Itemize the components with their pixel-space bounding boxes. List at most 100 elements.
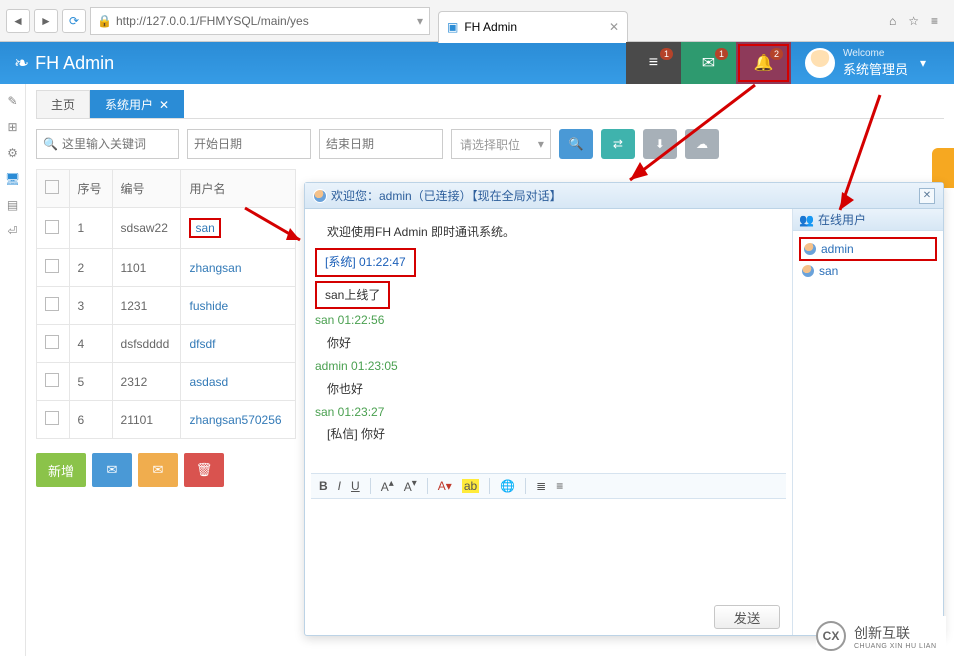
list-ul-button[interactable]: ≡ — [556, 479, 563, 493]
dropdown-icon[interactable]: ▾ — [417, 14, 423, 28]
online-user-item[interactable]: admin — [799, 237, 937, 261]
users-table: 序号 编号 用户名 1 sdsaw22 san 2 1101 zhangsan … — [36, 169, 296, 439]
col-code: 编号 — [112, 170, 181, 208]
underline-button[interactable]: U — [351, 479, 360, 493]
search-button[interactable]: 🔍 — [559, 129, 593, 159]
role-select[interactable]: 请选择职位 — [451, 129, 551, 159]
chat-title-text: 欢迎您：admin（已连接）【现在全局对话】 — [331, 187, 562, 204]
search-icon: 🔍 — [43, 137, 58, 151]
table-row[interactable]: 6 21101 zhangsan570256 — [37, 401, 296, 439]
row-checkbox[interactable] — [45, 373, 59, 387]
nav-refresh-button[interactable]: ⟳ — [62, 9, 86, 33]
username-cell[interactable]: asdasd — [181, 363, 296, 401]
avatar — [805, 48, 835, 78]
close-icon[interactable]: ✕ — [159, 98, 169, 112]
row-checkbox[interactable] — [45, 297, 59, 311]
send-button[interactable]: 发送 — [714, 605, 780, 629]
bell-badge: 2 — [770, 48, 783, 60]
online-user-item[interactable]: san — [799, 261, 937, 281]
username-label: 系统管理员 — [843, 59, 908, 78]
chat-line: san上线了 — [315, 281, 390, 310]
footer-brand: CX 创新互联 CHUANG XIN HU LIAN — [816, 616, 946, 656]
checkbox-all[interactable] — [45, 180, 59, 194]
rail-item-6[interactable]: ⏎ — [7, 224, 17, 238]
username-cell[interactable]: zhangsan570256 — [181, 401, 296, 439]
table-row[interactable]: 1 sdsaw22 san — [37, 208, 296, 249]
chat-input[interactable] — [311, 499, 786, 599]
table-row[interactable]: 2 1101 zhangsan — [37, 249, 296, 287]
menu-icon[interactable]: ≡ — [931, 14, 938, 28]
row-checkbox[interactable] — [45, 259, 59, 273]
browser-tab-strip: ▣ FH Admin ✕ — [438, 5, 628, 37]
editor-toolbar: B I U A▴ A▾ A▾ ab 🌐 ≣ ≡ — [311, 473, 786, 499]
browser-tab[interactable]: ▣ FH Admin ✕ — [438, 11, 628, 43]
keyword-input[interactable] — [62, 137, 172, 151]
italic-button[interactable]: I — [338, 479, 341, 493]
chat-close-button[interactable]: ✕ — [919, 188, 935, 204]
add-button[interactable]: 新增 — [36, 453, 86, 487]
header-bell-tile[interactable]: 🔔 2 — [736, 42, 791, 84]
menu-badge: 1 — [660, 48, 673, 60]
address-bar[interactable]: 🔒 ▾ — [90, 7, 430, 35]
tab-favicon: ▣ — [447, 20, 458, 34]
download-button[interactable]: ⬇ — [643, 129, 677, 159]
font-color-button[interactable]: A▾ — [438, 479, 452, 493]
bold-button[interactable]: B — [319, 479, 328, 493]
app-title: FH Admin — [35, 53, 114, 74]
delete-button[interactable]: 🗑 — [184, 453, 224, 487]
swap-button[interactable]: ⇄ — [601, 129, 635, 159]
emoji-button[interactable]: 🌐 — [500, 479, 515, 493]
star-icon[interactable]: ☆ — [908, 14, 919, 28]
table-row[interactable]: 4 dsfsdddd dfsdf — [37, 325, 296, 363]
row-checkbox[interactable] — [45, 220, 59, 234]
username-cell[interactable]: zhangsan — [181, 249, 296, 287]
leaf-icon: ❧ — [14, 53, 29, 74]
row-checkbox[interactable] — [45, 411, 59, 425]
nav-forward-button[interactable]: ► — [34, 9, 58, 33]
username-cell[interactable]: san — [181, 208, 296, 249]
tab-close-icon[interactable]: ✕ — [609, 20, 619, 34]
rail-item-4[interactable]: 🖥 — [5, 172, 20, 186]
person-icon — [313, 189, 327, 203]
mail-button[interactable]: ✉ — [92, 453, 132, 487]
browser-toolbar: ◄ ► ⟳ 🔒 ▾ ▣ FH Admin ✕ ⌂ ☆ ≡ — [0, 0, 954, 42]
col-check — [37, 170, 70, 208]
rail-item-5[interactable]: ▤ — [7, 198, 18, 212]
row-checkbox[interactable] — [45, 335, 59, 349]
chat-intro: 欢迎使用FH Admin 即时通讯系统。 — [315, 221, 782, 244]
lock-icon: 🔒 — [97, 14, 112, 28]
url-input[interactable] — [116, 14, 413, 28]
window-controls: ⌂ ☆ ≡ — [889, 14, 948, 28]
username-cell[interactable]: dfsdf — [181, 325, 296, 363]
rail-item-3[interactable]: ⚙ — [7, 146, 18, 160]
home-icon[interactable]: ⌂ — [889, 14, 896, 28]
header-mail-tile[interactable]: ✉ 1 — [681, 42, 736, 84]
mail2-button[interactable]: ✉ — [138, 453, 178, 487]
online-users-panel: 👥 在线用户 adminsan — [793, 209, 943, 635]
chat-line: 你也好 — [315, 378, 782, 401]
rail-item-1[interactable]: ✎ — [7, 94, 17, 108]
table-row[interactable]: 3 1231 fushide — [37, 287, 296, 325]
header-menu-tile[interactable]: ≡ 1 — [626, 42, 681, 84]
highlight-button[interactable]: ab — [462, 479, 479, 493]
start-date-input[interactable] — [187, 129, 311, 159]
tab-home[interactable]: 主页 — [36, 90, 90, 118]
nav-back-button[interactable]: ◄ — [6, 9, 30, 33]
list-ol-button[interactable]: ≣ — [536, 479, 546, 493]
font-smaller-button[interactable]: A▾ — [404, 478, 417, 494]
online-users-header: 👥 在线用户 — [793, 209, 943, 231]
user-menu[interactable]: Welcome 系统管理员 ▾ — [791, 42, 940, 84]
rail-item-2[interactable]: ⊞ — [7, 120, 17, 134]
chat-line: 你好 — [315, 332, 782, 355]
chat-footer: 发送 — [305, 599, 792, 635]
list-icon: ≡ — [649, 54, 658, 72]
username-cell[interactable]: fushide — [181, 287, 296, 325]
table-row[interactable]: 5 2312 asdasd — [37, 363, 296, 401]
end-date-input[interactable] — [319, 129, 443, 159]
chat-titlebar[interactable]: 欢迎您：admin（已连接）【现在全局对话】 ✕ — [305, 183, 943, 209]
cloud-button[interactable]: ☁ — [685, 129, 719, 159]
font-larger-button[interactable]: A▴ — [381, 478, 394, 494]
tab-users[interactable]: 系统用户 ✕ — [90, 90, 184, 118]
keyword-input-wrap[interactable]: 🔍 — [36, 129, 179, 159]
brand-icon: CX — [816, 621, 846, 651]
